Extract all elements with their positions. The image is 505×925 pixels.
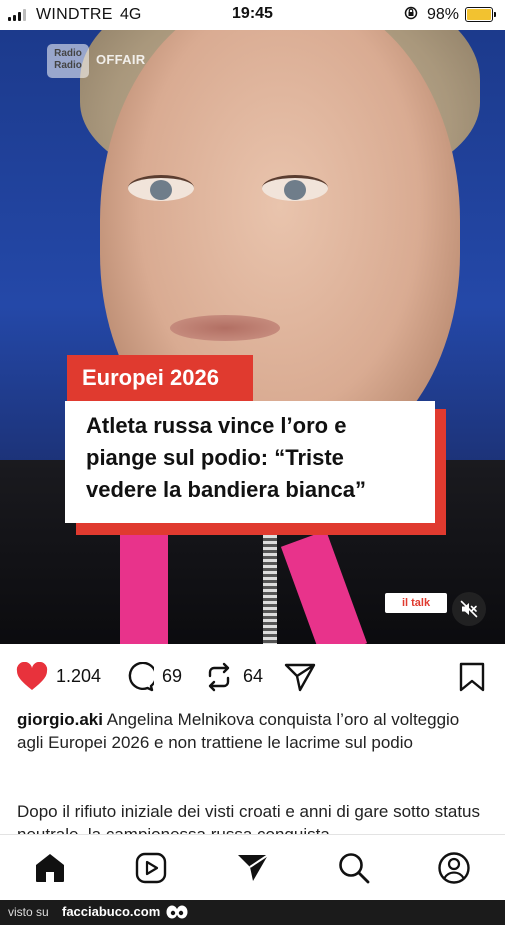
headline-line: vedere la bandiera bianca” <box>86 477 367 502</box>
bottom-navigation <box>0 834 505 900</box>
heart-icon[interactable] <box>16 662 48 692</box>
speaker-muted-icon <box>460 600 478 618</box>
share-icon[interactable] <box>284 662 316 692</box>
post-username[interactable]: giorgio.aki <box>17 710 103 729</box>
repost-icon[interactable] <box>204 662 234 692</box>
reels-icon[interactable] <box>134 851 168 885</box>
comment-icon[interactable] <box>124 662 154 692</box>
repost-count[interactable]: 64 <box>243 666 263 687</box>
headline-line: piange sul podio: “Triste <box>86 445 344 470</box>
video-frame-mouth <box>170 315 280 341</box>
site-footer: visto su facciabuco.com <box>0 900 505 925</box>
footer-site-name[interactable]: facciabuco.com <box>62 904 160 919</box>
orientation-lock-icon <box>404 6 418 20</box>
search-icon[interactable] <box>337 851 371 885</box>
eyes-logo-icon <box>166 905 188 919</box>
caption-more-text: Dopo il rifiuto iniziale dei visti croat… <box>17 802 481 834</box>
headline-badge: Europei 2026 <box>67 355 253 401</box>
headline-box: Atleta russa vince l’oro e piange sul po… <box>65 401 435 523</box>
video-frame-eye <box>262 175 328 201</box>
video-frame-eye <box>128 175 194 201</box>
source-watermark: il talk <box>385 593 447 613</box>
channel-tag: OFFAIR <box>96 52 146 67</box>
battery-percent: 98% <box>427 6 460 23</box>
jacket-zipper <box>263 535 277 644</box>
status-bar: WINDTRE 4G 19:45 98% <box>0 0 505 30</box>
like-count[interactable]: 1.204 <box>56 666 101 687</box>
bookmark-icon[interactable] <box>459 662 485 692</box>
mute-button[interactable] <box>452 592 486 626</box>
battery-icon <box>465 7 496 22</box>
channel-logo: Radio Radio <box>47 44 89 78</box>
post-caption: giorgio.aki Angelina Melnikova conquista… <box>17 708 487 754</box>
send-icon[interactable] <box>236 851 270 885</box>
medal-ribbon <box>120 535 168 644</box>
headline-line: Atleta russa vince l’oro e <box>86 413 347 438</box>
comment-count[interactable]: 69 <box>162 666 182 687</box>
profile-icon[interactable] <box>437 851 471 885</box>
footer-prefix: visto su <box>8 905 49 919</box>
post-video[interactable]: Radio Radio OFFAIR Europei 2026 Atleta r… <box>0 30 505 644</box>
home-icon[interactable] <box>33 851 67 885</box>
post-actions: 1.204 69 64 <box>0 652 505 702</box>
